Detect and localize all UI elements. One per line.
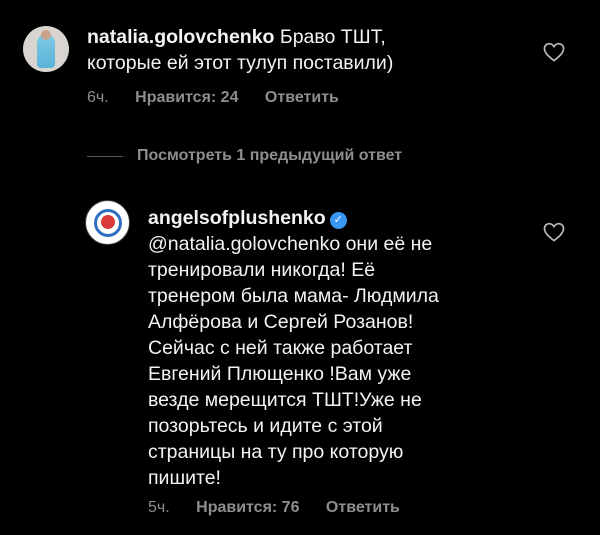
comment-time: 6ч. bbox=[87, 89, 109, 106]
user-avatar-angelsofplushenko[interactable] bbox=[85, 200, 130, 245]
reply-text-line: Сейчас с ней также работает bbox=[148, 337, 413, 359]
divider-dash bbox=[87, 155, 123, 157]
reply-text-line: тренировали никогда! Её bbox=[148, 259, 376, 281]
comment-body: natalia.golovchenko Браво ТШТ, которые е… bbox=[87, 24, 517, 76]
reply-body: angelsofplushenko ✓ @natalia.golovchenko … bbox=[148, 205, 528, 491]
reply-text-line: тренером была мама- Людмила bbox=[148, 285, 439, 307]
view-replies-label: Посмотреть 1 предыдущий ответ bbox=[137, 147, 403, 164]
comment-text-line: которые ей этот тулуп поставили) bbox=[87, 52, 394, 74]
reply-text-line: пишите! bbox=[148, 467, 221, 489]
view-previous-replies-button[interactable]: Посмотреть 1 предыдущий ответ bbox=[87, 146, 402, 166]
reply-text-line: позорьтесь и идите с этой bbox=[148, 415, 383, 437]
likes-count-button[interactable]: Нравится: 76 bbox=[196, 499, 299, 516]
reply-time: 5ч. bbox=[148, 499, 170, 516]
reply-text-line: Евгений Плющенко !Вам уже bbox=[148, 363, 412, 385]
comment-meta: 6ч. Нравится: 24 Ответить bbox=[87, 89, 361, 107]
reply-meta: 5ч. Нравится: 76 Ответить bbox=[148, 499, 422, 517]
reply-button[interactable]: Ответить bbox=[265, 89, 339, 106]
avatar-head bbox=[41, 30, 51, 40]
reply-text-line: страницы на ту про которую bbox=[148, 441, 404, 463]
reply-username[interactable]: angelsofplushenko bbox=[148, 207, 326, 229]
reply-text-line: везде мерещится ТШТ!Уже не bbox=[148, 389, 422, 411]
comment-username[interactable]: natalia.golovchenko bbox=[87, 26, 274, 48]
reply-button[interactable]: Ответить bbox=[326, 499, 400, 516]
likes-count-button[interactable]: Нравится: 24 bbox=[135, 89, 238, 106]
user-avatar-natalia[interactable] bbox=[23, 26, 69, 72]
reply-text-line: @natalia.golovchenko они её не bbox=[148, 233, 433, 255]
comment-text-line: Браво ТШТ, bbox=[279, 26, 386, 48]
verified-badge-icon: ✓ bbox=[329, 212, 347, 229]
angels-logo-mark bbox=[101, 215, 115, 229]
like-heart-icon[interactable] bbox=[543, 222, 565, 242]
reply-text-line: Алфёрова и Сергей Розанов! bbox=[148, 311, 414, 333]
like-heart-icon[interactable] bbox=[543, 42, 565, 62]
